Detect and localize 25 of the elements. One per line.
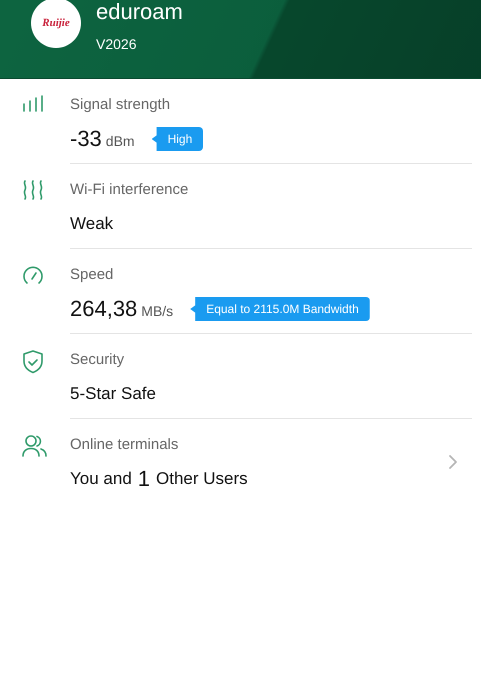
shield-icon	[22, 350, 44, 374]
info-tag: Equal to 2115.0M Bandwidth	[190, 297, 370, 321]
row-label: Speed	[70, 265, 114, 285]
user-count: 1	[138, 466, 150, 492]
waves-icon	[22, 180, 44, 200]
version-text: V2026	[96, 36, 138, 52]
unit-text: dBm	[106, 133, 135, 149]
row-value: 5-Star Safe	[70, 384, 156, 404]
row-value: -33	[70, 126, 102, 152]
row-value: 264,38	[70, 296, 138, 322]
unit-text: MB/s	[141, 303, 174, 319]
row-value-text: You and	[70, 469, 132, 489]
row-label: Signal strength	[70, 95, 172, 115]
row-label: Security	[70, 350, 126, 370]
logo-text: Ruijie	[42, 17, 70, 29]
users-icon	[22, 435, 48, 457]
gauge-icon	[22, 265, 44, 287]
row-label: Online terminals	[70, 435, 180, 455]
chevron-right-icon[interactable]	[448, 454, 458, 470]
row-value: Weak	[70, 214, 114, 234]
info-tag: High	[152, 127, 204, 151]
bars-icon	[22, 95, 44, 113]
network-name: eduroam	[96, 0, 183, 24]
row-value-text: Other Users	[156, 469, 248, 489]
row-label: Wi-Fi interference	[70, 180, 190, 200]
